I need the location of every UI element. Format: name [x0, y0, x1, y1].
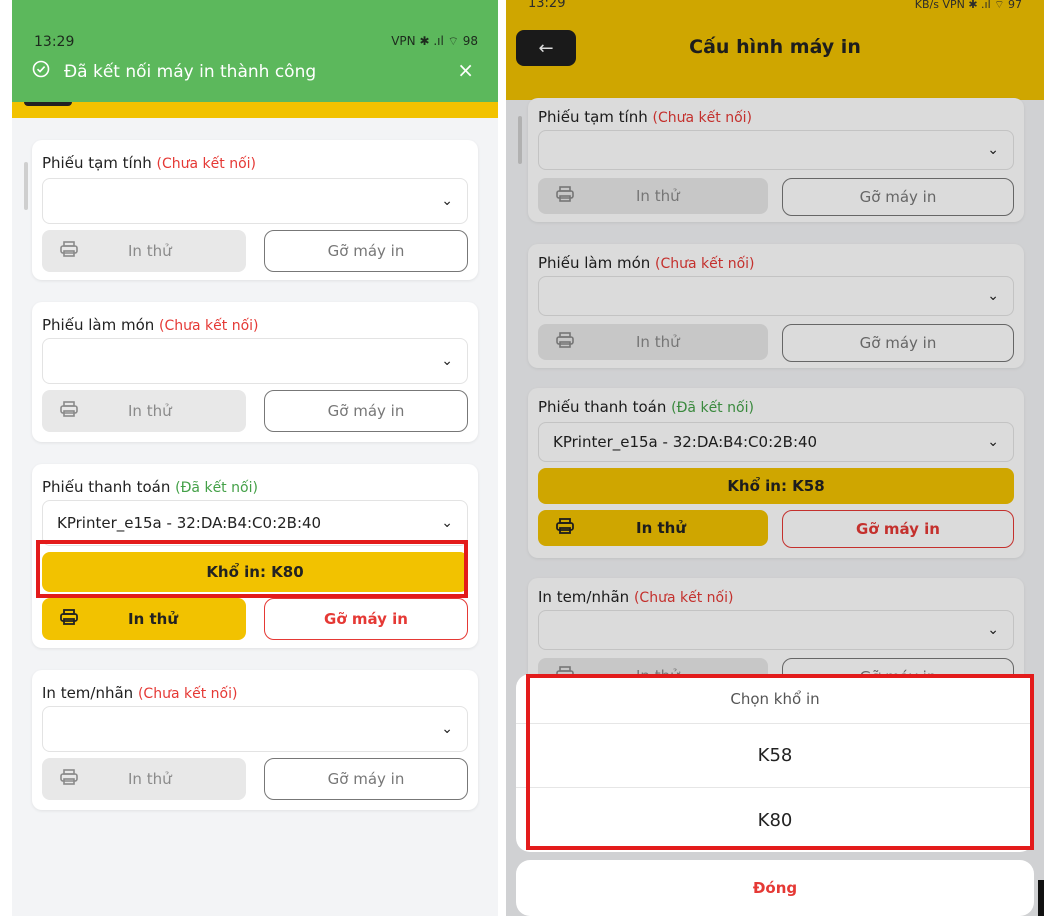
app-header-strip	[12, 102, 498, 118]
close-sheet-button[interactable]: Đóng	[516, 860, 1034, 916]
edge-marker	[1038, 880, 1044, 916]
printer-select[interactable]: ⌄	[42, 178, 468, 224]
printer-card-label: In tem/nhãn (Chưa kết nối) ⌄ In thử Gỡ m…	[32, 670, 478, 810]
test-print-label: In thử	[128, 402, 172, 420]
remove-printer-button[interactable]: Gỡ máy in	[264, 758, 468, 800]
printer-select[interactable]: ⌄	[42, 706, 468, 752]
remove-printer-button[interactable]: Gỡ máy in	[264, 390, 468, 432]
toast-message: Đã kết nối máy in thành công	[64, 61, 317, 82]
card-title: In tem/nhãn (Chưa kết nối)	[42, 684, 237, 702]
left-screen: 13:29 VPN ✱ .ıl ⌔ 98 Đã kết nối máy in t…	[12, 0, 498, 916]
remove-printer-button[interactable]: Gỡ máy in	[264, 598, 468, 640]
connection-status: (Chưa kết nối)	[159, 318, 259, 334]
highlight-box	[36, 540, 468, 598]
card-title: Phiếu làm món (Chưa kết nối)	[42, 316, 259, 334]
printer-icon	[60, 241, 78, 261]
card-title-text: In tem/nhãn	[42, 684, 134, 702]
card-title-text: Phiếu thanh toán	[42, 478, 171, 496]
card-title: Phiếu thanh toán (Đã kết nối)	[42, 478, 258, 496]
test-print-button[interactable]: In thử	[42, 758, 246, 800]
chevron-down-icon: ⌄	[441, 721, 453, 737]
test-print-button[interactable]: In thử	[42, 230, 246, 272]
printer-icon	[60, 401, 78, 421]
highlight-box	[526, 674, 1034, 850]
connection-status: (Đã kết nối)	[175, 480, 258, 496]
printer-select[interactable]: ⌄	[42, 338, 468, 384]
card-title-text: Phiếu tạm tính	[42, 154, 152, 172]
printer-card-kitchen: Phiếu làm món (Chưa kết nối) ⌄ In thử Gỡ…	[32, 302, 478, 442]
printer-icon	[60, 609, 78, 629]
toast-close-icon[interactable]: ×	[457, 58, 474, 82]
back-button[interactable]	[24, 102, 72, 106]
card-title: Phiếu tạm tính (Chưa kết nối)	[42, 154, 256, 172]
printer-select-value: KPrinter_e15a - 32:DA:B4:C0:2B:40	[57, 514, 322, 532]
test-print-label: In thử	[128, 610, 179, 628]
status-time: 13:29	[34, 34, 75, 50]
test-print-label: In thử	[128, 770, 172, 788]
card-title-text: Phiếu làm món	[42, 316, 155, 334]
test-print-label: In thử	[128, 242, 172, 260]
printer-card-temp-bill: Phiếu tạm tính (Chưa kết nối) ⌄ In thử G…	[32, 140, 478, 280]
chevron-down-icon: ⌄	[441, 515, 453, 531]
test-print-button[interactable]: In thử	[42, 598, 246, 640]
scrollbar-thumb[interactable]	[24, 162, 28, 210]
chevron-down-icon: ⌄	[441, 193, 453, 209]
printer-icon	[60, 769, 78, 789]
remove-printer-button[interactable]: Gỡ máy in	[264, 230, 468, 272]
test-print-button[interactable]: In thử	[42, 390, 246, 432]
success-toast: 13:29 VPN ✱ .ıl ⌔ 98 Đã kết nối máy in t…	[12, 0, 498, 102]
status-icons: VPN ✱ .ıl ⌔ 98	[391, 34, 478, 48]
check-circle-icon	[32, 60, 50, 83]
chevron-down-icon: ⌄	[441, 353, 453, 369]
connection-status: (Chưa kết nối)	[137, 686, 238, 702]
connection-status: (Chưa kết nối)	[156, 156, 256, 172]
toast-message-row: Đã kết nối máy in thành công	[32, 60, 316, 83]
right-screen: 13:29 KB/s VPN ✱ .ıl ⌔ 97 ← Cấu hình máy…	[506, 0, 1044, 916]
